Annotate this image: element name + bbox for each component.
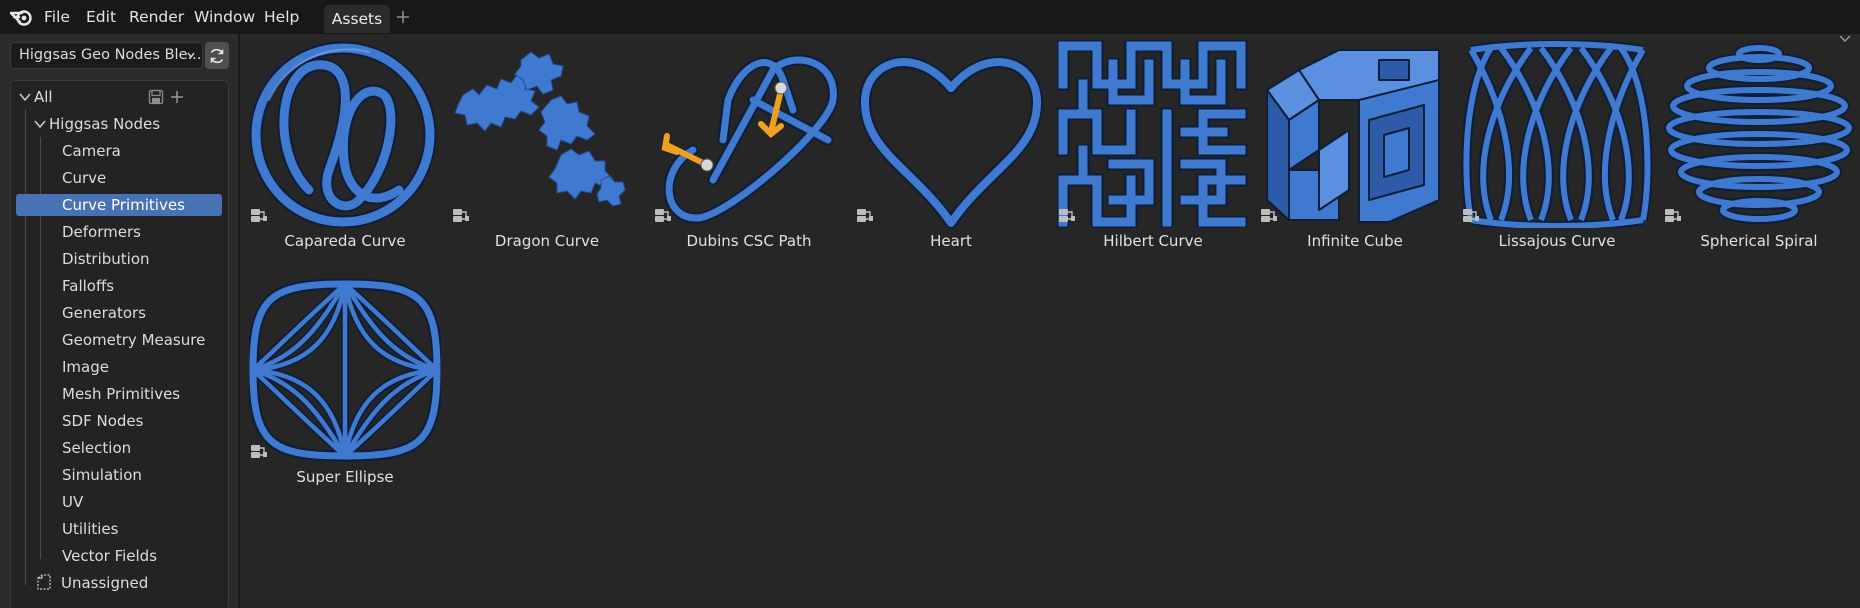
catalog-item-label: Falloffs	[62, 277, 115, 295]
tab-assets[interactable]: Assets	[324, 5, 390, 33]
node-group-asset-icon	[1665, 209, 1681, 222]
catalog-item-simulation[interactable]: Simulation	[11, 462, 230, 488]
asset-tile-heart[interactable]: Heart	[850, 36, 1052, 262]
asset-name: Super Ellipse	[296, 468, 394, 486]
node-group-asset-icon	[1463, 209, 1479, 222]
catalog-item-label: Mesh Primitives	[62, 385, 181, 403]
node-group-asset-icon	[1261, 209, 1277, 222]
node-group-asset-icon	[655, 209, 671, 222]
asset-thumbnail	[1461, 40, 1653, 228]
catalog-item-label: Curve Primitives	[62, 196, 185, 214]
catalog-item-label: Deformers	[62, 223, 141, 241]
asset-name: Heart	[930, 232, 972, 250]
catalog-item-label: Vector Fields	[62, 547, 158, 565]
node-group-asset-icon	[857, 209, 873, 222]
asset-tile-dragon-curve[interactable]: Dragon Curve	[446, 36, 648, 262]
asset-tile-hilbert-curve[interactable]: Hilbert Curve	[1052, 36, 1254, 262]
catalog-higgsas-nodes[interactable]: Higgsas Nodes	[11, 111, 230, 137]
catalog-item-label: SDF Nodes	[62, 412, 144, 430]
catalog-all[interactable]: All	[11, 84, 230, 110]
catalog-all-label: All	[34, 88, 53, 106]
catalog-item-label: Camera	[62, 142, 121, 160]
asset-tile-spherical-spiral[interactable]: Spherical Spiral	[1658, 36, 1860, 262]
asset-thumbnail	[249, 276, 441, 464]
asset-tile-lissajous-curve[interactable]: Lissajous Curve	[1456, 36, 1658, 262]
refresh-library-button[interactable]	[205, 42, 229, 69]
catalog-item-vector-fields[interactable]: Vector Fields	[11, 543, 230, 569]
node-group-asset-icon	[251, 445, 267, 458]
asset-tile-super-ellipse[interactable]: Super Ellipse	[244, 272, 446, 498]
asset-thumbnail	[1057, 40, 1249, 228]
catalog-item-utilities[interactable]: Utilities	[11, 516, 230, 542]
asset-browser-sidebar: Higgsas Geo Nodes Ble... All Higgsas Nod…	[0, 34, 238, 608]
catalog-unassigned-label: Unassigned	[61, 574, 149, 592]
node-group-asset-icon	[251, 209, 267, 222]
catalog-item-camera[interactable]: Camera	[11, 138, 230, 164]
catalog-item-selection[interactable]: Selection	[11, 435, 230, 461]
asset-name: Capareda Curve	[284, 232, 406, 250]
node-group-asset-icon	[1059, 209, 1075, 222]
asset-library-selector[interactable]: Higgsas Geo Nodes Ble...	[10, 42, 203, 69]
catalog-item-generators[interactable]: Generators	[11, 300, 230, 326]
asset-name: Dragon Curve	[494, 232, 600, 250]
asset-library-value: Higgsas Geo Nodes Ble...	[19, 47, 202, 63]
catalog-item-geometry-measure[interactable]: Geometry Measure	[11, 327, 230, 353]
blender-logo-icon[interactable]	[9, 7, 35, 27]
asset-tile-infinite-cube[interactable]: Infinite Cube	[1254, 36, 1456, 262]
asset-thumbnail	[1663, 40, 1855, 228]
asset-name: Infinite Cube	[1307, 232, 1403, 250]
asset-tile-dubins-csc-path[interactable]: Dubins CSC Path	[648, 36, 850, 262]
catalog-item-image[interactable]: Image	[11, 354, 230, 380]
catalog-item-label: Simulation	[62, 466, 142, 484]
asset-name: Lissajous Curve	[1498, 232, 1616, 250]
menu-window[interactable]: Window	[192, 6, 257, 28]
asset-tile-capareda-curve[interactable]: Capareda Curve	[244, 36, 446, 262]
catalog-item-label: UV	[62, 493, 84, 511]
catalog-item-label: Image	[62, 358, 109, 376]
menu-help[interactable]: Help	[262, 6, 301, 28]
catalog-item-label: Distribution	[62, 250, 150, 268]
catalog-item-falloffs[interactable]: Falloffs	[11, 273, 230, 299]
asset-thumbnail	[855, 40, 1047, 228]
unassigned-icon	[37, 574, 51, 590]
save-icon[interactable]	[148, 89, 164, 105]
catalog-item-deformers[interactable]: Deformers	[11, 219, 230, 245]
asset-grid: Capareda Curve Dragon Curve Dubins CSC P…	[240, 34, 1860, 608]
asset-thumbnail	[451, 40, 643, 228]
refresh-icon	[210, 48, 224, 64]
catalog-item-sdf-nodes[interactable]: SDF Nodes	[11, 408, 230, 434]
asset-thumbnail	[249, 40, 441, 228]
menu-edit[interactable]: Edit	[84, 6, 118, 28]
asset-thumbnail	[653, 40, 845, 228]
catalog-item-label: Curve	[62, 169, 107, 187]
catalog-item-curve[interactable]: Curve	[11, 165, 230, 191]
menu-render[interactable]: Render	[127, 6, 186, 28]
catalog-group-label: Higgsas Nodes	[49, 115, 161, 133]
catalog-item-mesh-primitives[interactable]: Mesh Primitives	[11, 381, 230, 407]
chevron-down-icon[interactable]	[34, 119, 46, 129]
catalog-item-label: Selection	[62, 439, 132, 457]
chevron-down-icon[interactable]	[19, 92, 31, 102]
catalog-tree: All Higgsas Nodes Camera Curve Curve Pri…	[10, 80, 229, 608]
asset-name: Hilbert Curve	[1103, 232, 1203, 250]
menu-file[interactable]: File	[42, 6, 72, 28]
catalog-item-label: Utilities	[62, 520, 119, 538]
add-workspace-button[interactable]	[394, 7, 412, 27]
chevron-down-icon	[187, 52, 195, 59]
catalog-item-label: Geometry Measure	[62, 331, 206, 349]
catalog-item-curve-primitives[interactable]: Curve Primitives	[11, 192, 230, 218]
top-menu-bar: File Edit Render Window Help Assets	[0, 0, 1860, 34]
asset-name: Spherical Spiral	[1700, 232, 1818, 250]
plus-icon	[397, 11, 409, 23]
catalog-item-uv[interactable]: UV	[11, 489, 230, 515]
asset-thumbnail	[1259, 40, 1451, 228]
catalog-item-label: Generators	[62, 304, 146, 322]
catalog-unassigned[interactable]: Unassigned	[11, 570, 230, 596]
plus-icon[interactable]	[169, 89, 185, 105]
node-group-asset-icon	[453, 209, 469, 222]
asset-name: Dubins CSC Path	[686, 232, 812, 250]
catalog-item-distribution[interactable]: Distribution	[11, 246, 230, 272]
